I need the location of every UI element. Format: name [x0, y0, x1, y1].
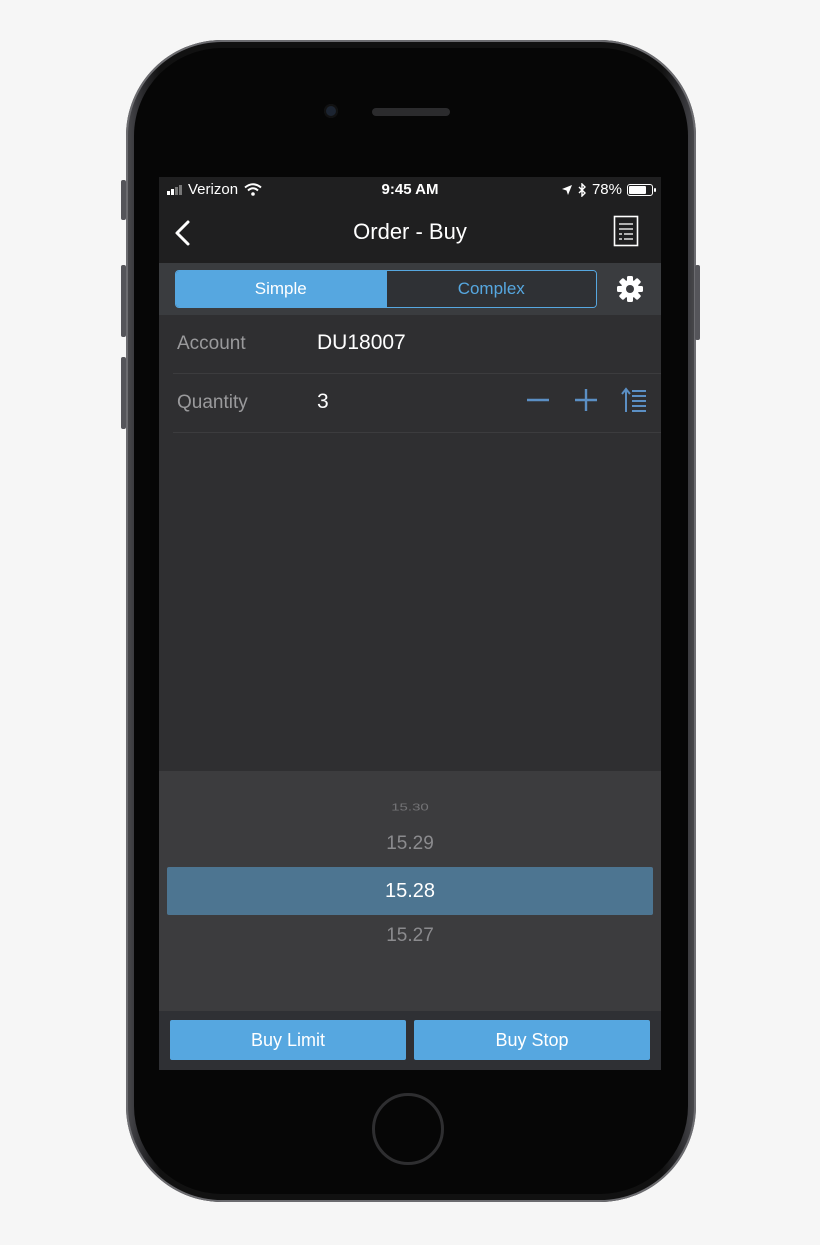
- picker-selected-row[interactable]: 15.28: [167, 867, 653, 915]
- app-screen: Verizon 9:45 AM 78% Order - Buy Simple C…: [159, 177, 661, 1070]
- power-button: [695, 265, 700, 340]
- gear-icon[interactable]: [615, 274, 645, 304]
- home-button[interactable]: [372, 1093, 444, 1165]
- quantity-row: Quantity 3: [173, 374, 661, 433]
- document-list-icon[interactable]: [613, 215, 639, 247]
- mute-switch: [121, 180, 126, 220]
- picker-item[interactable]: 15.29: [159, 833, 661, 855]
- front-camera: [324, 104, 338, 118]
- battery-icon: [627, 183, 656, 196]
- status-bar: Verizon 9:45 AM 78%: [159, 177, 661, 203]
- buy-limit-button[interactable]: Buy Limit: [170, 1020, 406, 1060]
- navigation-bar: Order - Buy: [159, 203, 661, 263]
- buy-stop-button[interactable]: Buy Stop: [414, 1020, 650, 1060]
- account-value: DU18007: [317, 331, 406, 354]
- quantity-label: Quantity: [177, 392, 248, 413]
- location-arrow-icon: [561, 184, 572, 195]
- order-action-bar: Buy Limit Buy Stop: [159, 1011, 661, 1070]
- decrement-button[interactable]: [525, 387, 551, 413]
- price-picker[interactable]: 15.30 15.29 15.28 15.27: [159, 771, 661, 1011]
- order-mode-toolbar: Simple Complex: [159, 263, 661, 315]
- tab-simple[interactable]: Simple: [176, 271, 386, 307]
- account-row[interactable]: Account DU18007: [173, 315, 661, 374]
- picker-selected-value: 15.28: [384, 880, 436, 902]
- bluetooth-icon: [578, 182, 586, 197]
- quantity-list-icon[interactable]: [621, 386, 647, 414]
- status-right: 78%: [561, 181, 656, 198]
- volume-down-button: [121, 357, 126, 429]
- increment-button[interactable]: [573, 387, 599, 413]
- battery-percent: 78%: [591, 181, 622, 198]
- quantity-value[interactable]: 3: [317, 390, 329, 414]
- quantity-stepper: [525, 386, 647, 414]
- picker-item[interactable]: 15.30: [159, 802, 661, 814]
- order-mode-segmented-control: Simple Complex: [175, 270, 597, 308]
- page-title: Order - Buy: [353, 219, 467, 244]
- picker-item[interactable]: 15.27: [159, 925, 661, 947]
- account-label: Account: [177, 333, 246, 354]
- tab-complex[interactable]: Complex: [385, 271, 596, 307]
- volume-up-button: [121, 265, 126, 337]
- earpiece-speaker: [372, 108, 450, 116]
